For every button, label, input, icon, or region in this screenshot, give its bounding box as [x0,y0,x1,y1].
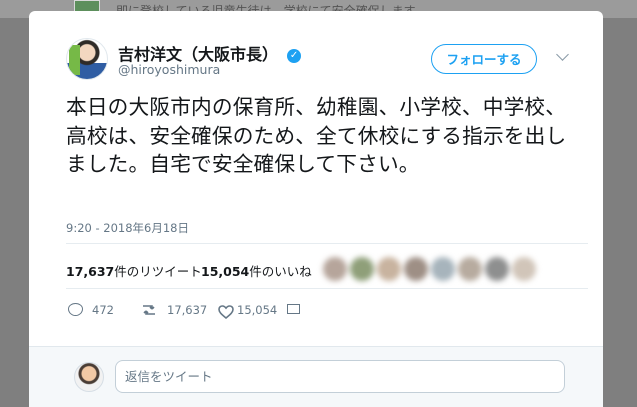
liker-avatar[interactable] [458,257,482,281]
avatar-badge [69,45,80,75]
liker-avatar[interactable] [323,257,347,281]
liker-avatar[interactable] [431,257,455,281]
divider [66,288,588,289]
retweet-action-count: 17,637 [167,303,208,317]
chevron-down-icon[interactable] [556,48,569,61]
like-count: 15,054 [201,264,250,279]
author-avatar[interactable] [66,38,108,80]
retweet-stat[interactable]: 17,637件のリツイート [66,261,202,280]
tweet-card: 吉村洋文（大阪市長） ✓ @hiroyoshimura フォローする 本日の大阪… [29,11,603,407]
retweet-label: 件のリツイート [114,264,202,279]
like-label: 件のいいね [249,264,312,279]
follow-button[interactable]: フォローする [431,44,537,74]
verified-badge-icon: ✓ [287,49,302,63]
liker-avatar[interactable] [512,257,536,281]
tweet-timestamp[interactable]: 9:20 - 2018年6月18日 [66,220,189,236]
retweet-icon[interactable] [140,301,158,319]
like-action-count: 15,054 [237,303,278,317]
mail-icon[interactable] [287,304,300,314]
viewer-avatar[interactable] [74,362,104,392]
reply-icon[interactable] [68,303,83,316]
divider [66,243,588,244]
author-handle[interactable]: @hiroyoshimura [118,62,220,77]
heart-icon[interactable] [217,303,235,321]
liker-avatar[interactable] [350,257,374,281]
liker-avatar[interactable] [485,257,509,281]
retweet-count: 17,637 [66,264,115,279]
author-name-row[interactable]: 吉村洋文（大阪市長） ✓ [118,41,302,64]
liker-avatar[interactable] [404,257,428,281]
like-stat[interactable]: 15,054件のいいね [201,261,312,280]
liker-avatar[interactable] [377,257,401,281]
tweet-text: 本日の大阪市内の保育所、幼稚園、小学校、中学校、高校は、安全確保のため、全て休校… [66,95,567,176]
liker-avatars [323,254,555,284]
reply-input[interactable]: 返信をツイート [115,360,565,393]
reply-count: 472 [92,303,114,317]
reply-area: 返信をツイート [29,346,603,407]
